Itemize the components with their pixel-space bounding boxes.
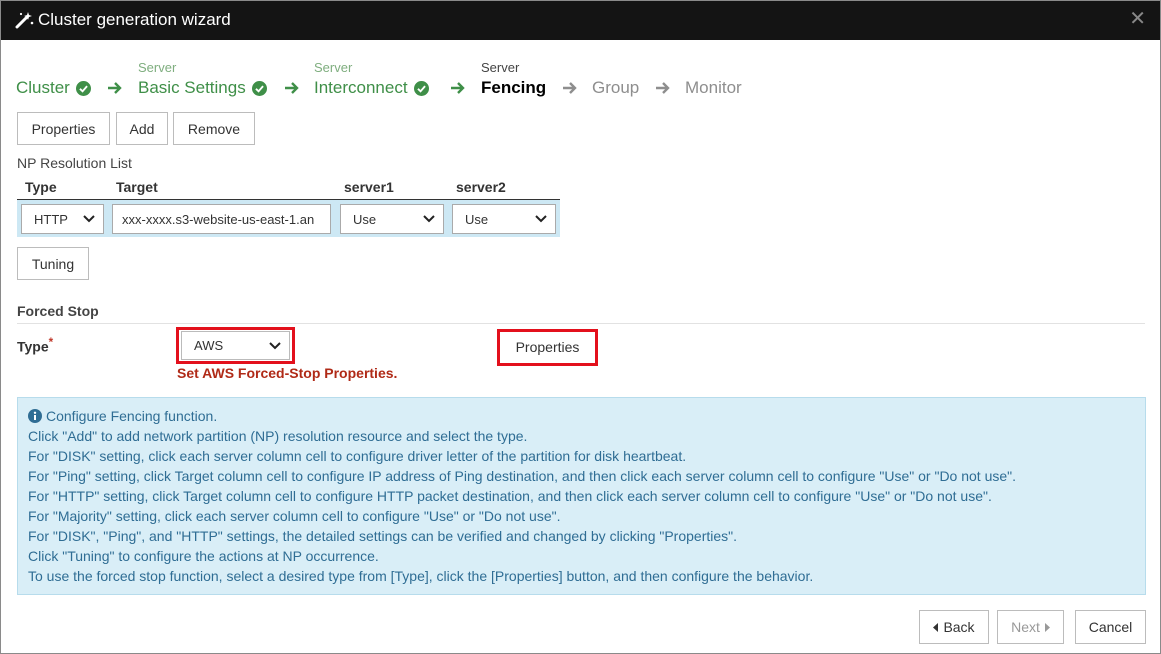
forced-stop-properties-button[interactable]: Properties [501,332,594,362]
close-button[interactable]: ✕ [1129,9,1146,29]
arrow-right-icon [108,82,122,94]
step-monitor: Monitor [685,78,742,98]
np-target-cell[interactable]: xxx-xxxx.s3-website-us-east-1.an [112,204,331,234]
arrow-right-icon [285,82,299,94]
forced-stop-type-select[interactable]: AWS [181,331,290,360]
step-label: Interconnect [314,78,408,97]
np-target-value: xxx-xxxx.s3-website-us-east-1.an [122,211,315,227]
magic-wand-icon [15,12,34,29]
info-line: For "HTTP" setting, click Target column … [28,488,992,504]
next-label: Next [1011,619,1040,635]
back-button[interactable]: Back [919,610,989,644]
info-box: Configure Fencing function. Click "Add" … [17,397,1146,595]
title-bar: Cluster generation wizard ✕ [1,1,1160,40]
type-label-text: Type [17,338,49,355]
step-sub-interconnect: Server [314,60,353,75]
np-list-title: NP Resolution List [17,155,132,171]
caret-left-icon [933,622,939,632]
step-group: Group [592,78,639,98]
info-line: To use the forced stop function, select … [28,568,814,584]
dialog-title: Cluster generation wizard [38,10,231,29]
np-type-select[interactable]: HTTP [21,204,104,234]
info-icon [28,409,42,423]
check-circle-icon [413,80,429,96]
step-interconnect[interactable]: Interconnect [314,78,429,98]
arrow-right-icon [563,82,577,94]
arrow-right-icon [656,82,670,94]
info-text: Configure Fencing function. [46,408,218,424]
step-label: Cluster [16,78,70,97]
section-divider [17,323,1145,324]
required-mark: * [48,336,54,349]
check-circle-icon [75,80,91,96]
chevron-down-icon [269,342,281,350]
column-header-type: Type [25,179,57,195]
np-type-value: HTTP [34,211,68,227]
info-line: For "Ping" setting, click Target column … [28,468,1017,484]
chevron-down-icon [83,215,95,223]
step-label: Group [592,78,640,97]
forced-stop-warning: Set AWS Forced-Stop Properties. [177,365,398,381]
step-label: Monitor [685,78,742,97]
caret-right-icon [1044,622,1050,632]
wizard-dialog: Cluster generation wizard ✕ Server Serve… [0,0,1161,654]
step-basic-settings[interactable]: Basic Settings [138,78,267,98]
info-line: For "DISK" setting, click each server co… [28,448,687,464]
np-server1-value: Use [353,211,377,227]
add-button[interactable]: Add [116,112,168,145]
info-line: Click "Add" to add network partition (NP… [28,428,528,444]
cancel-button[interactable]: Cancel [1075,610,1146,644]
np-server2-select[interactable]: Use [452,204,556,234]
check-circle-icon [251,80,267,96]
column-header-server2: server2 [456,179,506,195]
step-fencing: Fencing [481,78,546,98]
info-line: For "Majority" setting, click each serve… [28,508,561,524]
chevron-down-icon [535,215,547,223]
arrow-right-icon [451,82,465,94]
back-label: Back [943,619,975,635]
next-button[interactable]: Next [997,610,1064,644]
step-sub-basic-settings: Server [138,60,177,75]
properties-button[interactable]: Properties [17,112,110,145]
forced-stop-type-value: AWS [194,338,224,353]
chevron-down-icon [423,215,435,223]
info-line: Click "Tuning" to configure the actions … [28,548,379,564]
step-sub-fencing: Server [481,60,520,75]
step-label: Fencing [481,78,547,97]
np-server2-value: Use [465,211,489,227]
column-header-target: Target [116,179,158,195]
info-line: For "DISK", "Ping", and "HTTP" settings,… [28,528,738,544]
info-line: Configure Fencing function. [28,406,1145,426]
remove-button[interactable]: Remove [173,112,255,145]
forced-stop-type-label: Type* [17,336,53,355]
step-cluster[interactable]: Cluster [16,78,91,98]
step-label: Basic Settings [138,78,246,97]
tuning-button[interactable]: Tuning [17,247,89,280]
column-header-server1: server1 [344,179,394,195]
forced-stop-section-title: Forced Stop [17,303,99,319]
np-server1-select[interactable]: Use [340,204,444,234]
